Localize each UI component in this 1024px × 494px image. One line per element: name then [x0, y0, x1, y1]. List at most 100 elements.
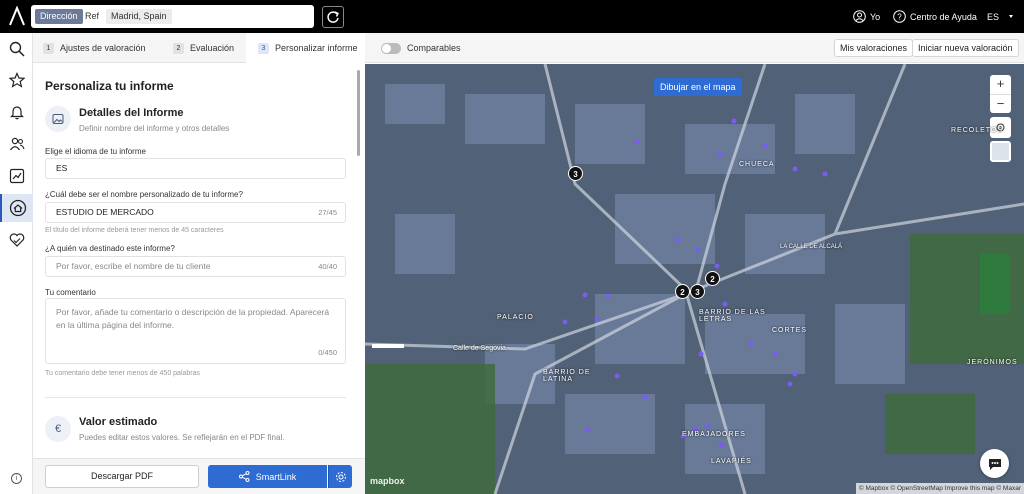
report-name-value: ESTUDIO DE MERCADO	[56, 207, 154, 217]
comment-textarea[interactable]: Por favor, añade tu comentario o descrip…	[45, 298, 346, 364]
tab-number: 3	[258, 42, 269, 54]
panel-scrollbar[interactable]	[357, 70, 360, 156]
svg-text:?: ?	[897, 13, 902, 22]
comparables-label: Comparables	[407, 43, 461, 53]
map-label: JERÓNIMOS	[967, 359, 1018, 366]
recipient-input[interactable]: Por favor, escribe el nombre de tu clien…	[45, 256, 346, 277]
nueva-valoracion-button[interactable]: Iniciar nueva valoración	[912, 39, 1019, 57]
user-menu[interactable]: Yo	[853, 0, 880, 33]
report-panel: Personaliza tu informe Detalles del Info…	[33, 64, 365, 494]
user-icon	[853, 10, 866, 23]
home-valuation-icon	[9, 199, 26, 217]
help-center-link[interactable]: ? Centro de Ayuda	[893, 0, 977, 33]
comment-counter: 0/450	[318, 348, 337, 357]
download-pdf-button[interactable]: Descargar PDF	[45, 465, 199, 488]
tab-number: 2	[173, 42, 184, 54]
search-mode-ref[interactable]: Ref	[82, 9, 102, 24]
recipient-placeholder: Por favor, escribe el nombre de tu clien…	[56, 261, 211, 271]
tab-number: 1	[43, 42, 54, 54]
search-mode-address[interactable]: Dirección	[35, 9, 83, 24]
report-name-hint: El título del informe deberá tener menos…	[45, 227, 224, 234]
toggle-switch[interactable]	[381, 42, 401, 54]
valor-subtitle: Puedes editar estos valores. Se reflejar…	[79, 433, 285, 442]
zoom-in-button[interactable]: +	[990, 75, 1011, 94]
nav-favorites[interactable]	[0, 66, 33, 94]
caret-down-icon	[1009, 14, 1014, 18]
map-label: BARRIO DE LATINA	[543, 369, 591, 383]
valor-title: Valor estimado	[79, 416, 158, 428]
handshake-heart-icon	[9, 233, 24, 247]
language-selector[interactable]: ES	[987, 0, 1023, 33]
map-view[interactable]: Dibujar en el mapa + − 3 2 2 3 CHUECA RE…	[365, 64, 1024, 494]
help-icon: ?	[893, 10, 906, 23]
chart-icon	[9, 168, 24, 184]
map-label: BARRIO DE LAS LETRAS	[699, 309, 766, 323]
chat-icon	[988, 458, 1001, 470]
map-label: CORTES	[772, 327, 808, 334]
comment-field-label: Tu comentario	[45, 288, 96, 297]
map-label: LAVAPIÉS	[711, 458, 752, 465]
address-search[interactable]: Dirección Ref Madrid, Spain	[31, 5, 314, 28]
comment-placeholder: Por favor, añade tu comentario o descrip…	[56, 307, 330, 330]
search-icon	[9, 41, 25, 57]
help-label: Centro de Ayuda	[910, 11, 977, 22]
map-cluster-marker[interactable]: 3	[690, 284, 705, 299]
smartlink-label: SmartLink	[255, 471, 297, 482]
map-cluster-marker[interactable]: 2	[675, 284, 690, 299]
tab-label: Evaluación	[190, 43, 235, 53]
reload-button[interactable]	[322, 6, 344, 28]
comparables-toggle[interactable]: Comparables	[381, 33, 461, 63]
nav-analytics[interactable]	[0, 162, 33, 190]
map-label: RECOLETOS	[951, 127, 1004, 134]
language-label: ES	[987, 11, 1000, 22]
recipient-field-label: ¿A quién va destinado este informe?	[45, 244, 175, 253]
zoom-controls: + −	[990, 75, 1011, 113]
map-cluster-marker[interactable]: 2	[705, 271, 720, 286]
zoom-out-button[interactable]: −	[990, 94, 1011, 113]
address-chip[interactable]: Madrid, Spain	[106, 9, 172, 24]
nav-partners[interactable]	[0, 226, 33, 254]
map-label: EMBAJADORES	[682, 431, 746, 438]
wizard-tabs: 1 Ajustes de valoración 2 Evaluación 3 P…	[33, 33, 1024, 63]
image-icon	[52, 114, 64, 124]
euro-icon: €	[54, 423, 62, 435]
nav-contacts[interactable]	[0, 130, 33, 158]
nav-notifications[interactable]	[0, 98, 33, 126]
satellite-map-imagery	[365, 64, 1024, 494]
valor-section-icon: €	[45, 416, 71, 442]
top-bar: Dirección Ref Madrid, Spain Yo ? Centro …	[0, 0, 1024, 33]
users-icon	[9, 137, 25, 151]
smartlink-button[interactable]: SmartLink	[208, 465, 327, 488]
share-icon	[238, 471, 250, 482]
details-section-icon	[45, 106, 71, 132]
report-name-input[interactable]: ESTUDIO DE MERCADO 27/45	[45, 202, 346, 223]
section-divider	[45, 397, 346, 398]
tab-evaluacion[interactable]: 2 Evaluación	[173, 33, 234, 63]
chat-button[interactable]	[980, 449, 1009, 478]
report-language-value: ES	[56, 163, 68, 173]
draw-on-map-button[interactable]: Dibujar en el mapa	[654, 78, 742, 96]
nav-search[interactable]	[0, 35, 33, 63]
refresh-icon	[327, 11, 339, 23]
map-layer-toggle[interactable]	[990, 141, 1011, 162]
map-label: CHUECA	[739, 161, 775, 168]
smartlink-settings-button[interactable]	[328, 465, 352, 488]
info-icon[interactable]: i	[11, 473, 22, 484]
panel-title: Personaliza tu informe	[45, 79, 174, 93]
map-label: PALACIO	[497, 314, 534, 321]
tab-personalizar[interactable]: 3 Personalizar informe	[246, 33, 365, 63]
action-bar: Descargar PDF SmartLink	[33, 458, 365, 494]
tab-ajustes[interactable]: 1 Ajustes de valoración	[43, 33, 146, 63]
language-field-label: Elige el idioma de tu informe	[45, 147, 146, 156]
map-attribution[interactable]: © Mapbox © OpenStreetMap Improve this ma…	[855, 483, 1024, 494]
map-cluster-marker[interactable]: 3	[568, 166, 583, 181]
mis-valoraciones-button[interactable]: Mis valoraciones	[834, 39, 914, 57]
app-logo[interactable]	[8, 6, 26, 26]
nav-valuation[interactable]	[0, 194, 33, 222]
recipient-counter: 40/40	[318, 262, 337, 271]
map-label: Calle de Segovia	[453, 345, 506, 352]
tab-label: Ajustes de valoración	[60, 43, 146, 53]
mapbox-logo: mapbox	[370, 476, 405, 486]
left-nav-rail: i	[0, 33, 33, 494]
report-language-select[interactable]: ES	[45, 158, 346, 179]
